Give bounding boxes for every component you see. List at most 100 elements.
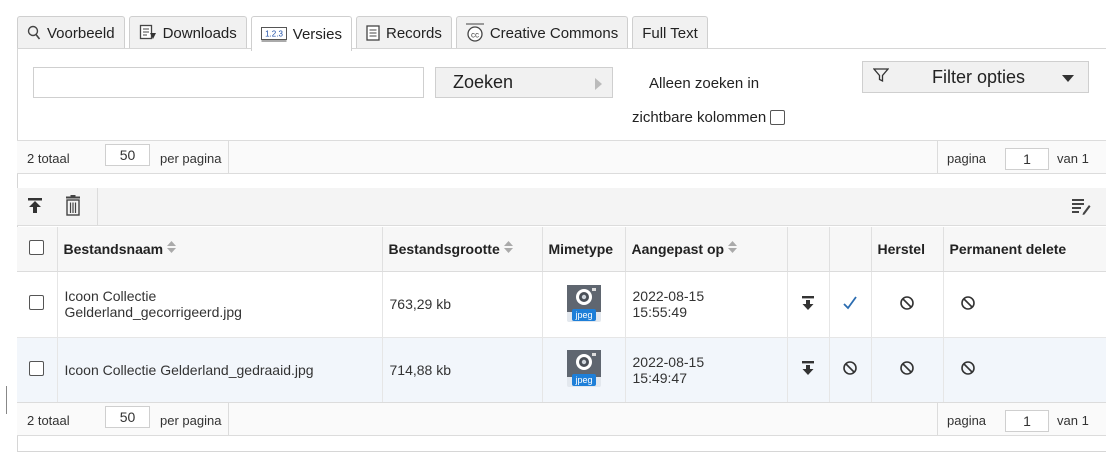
pager-top: 2 totaal 50 per pagina pagina 1 van 1	[17, 140, 1106, 174]
page-count: van 1	[1057, 413, 1089, 428]
upload-icon[interactable]	[27, 197, 43, 218]
version-badge-icon: 1.2.3	[260, 26, 287, 42]
modified-time: 15:49:47	[632, 369, 688, 386]
magnifier-icon	[27, 25, 41, 41]
row-checkbox[interactable]	[29, 295, 45, 310]
column-header-filesize[interactable]: Bestandsgrootte	[382, 227, 543, 272]
version-badge-text: 1.2.3	[265, 30, 283, 39]
column-header-download	[787, 227, 830, 272]
mimetype-cell: jpeg	[542, 271, 626, 338]
select-all-checkbox[interactable]	[29, 239, 45, 255]
page-label: pagina	[947, 151, 987, 166]
only-visible-label-line1: Alleen zoeken in	[649, 75, 760, 92]
per-page-label: per pagina	[160, 413, 222, 428]
jpeg-file-icon: jpeg	[563, 282, 605, 327]
divider	[228, 141, 229, 173]
current-version-cell	[829, 337, 872, 403]
filesize-cell: 714,88 kb	[382, 337, 543, 403]
per-page-input[interactable]: 50	[105, 406, 150, 428]
downloads-icon	[139, 24, 157, 42]
check-icon	[842, 295, 858, 314]
per-page-label: per pagina	[160, 151, 222, 166]
only-visible-label-line2: zichtbare kolommen	[632, 109, 767, 126]
tab-bar: Voorbeeld Downloads 1.2.3 Versies Record…	[17, 16, 708, 51]
prohibited-icon	[960, 295, 976, 314]
sort-icon	[728, 240, 738, 256]
filter-options-label: Filter opties	[932, 66, 1026, 87]
row-select-cell	[17, 271, 58, 338]
tab-downloads[interactable]: Downloads	[128, 16, 247, 49]
mime-label: jpeg	[574, 375, 592, 385]
search-input[interactable]	[33, 67, 424, 98]
column-header-label: Permanent delete	[949, 240, 1067, 257]
column-header-permanent-delete: Permanent delete	[943, 227, 1106, 272]
tab-records-label: Records	[385, 24, 442, 42]
table-row[interactable]: Icoon Collectie Gelderland_gedraaid.jpg …	[17, 337, 1106, 403]
column-header-restore: Herstel	[871, 227, 944, 272]
left-edge-line	[6, 386, 7, 414]
tab-full-text[interactable]: Full Text	[632, 16, 708, 49]
tab-downloads-label: Downloads	[162, 24, 237, 42]
page-input[interactable]: 1	[1005, 410, 1049, 432]
search-button-label: Zoeken	[453, 72, 514, 92]
filename-line: Icoon Collectie Gelderland_gedraaid.jpg	[64, 361, 314, 378]
column-header-modified[interactable]: Aangepast op	[625, 227, 788, 272]
edit-columns-icon[interactable]	[1071, 197, 1091, 218]
tab-creative-commons-label: Creative Commons	[489, 24, 619, 42]
row-checkbox[interactable]	[29, 360, 45, 376]
modified-time: 15:55:49	[632, 304, 688, 320]
column-header-mimetype: Mimetype	[542, 227, 626, 272]
current-version-cell	[829, 271, 872, 338]
filename-line: Gelderland_gecorrigeerd.jpg	[64, 304, 242, 320]
modified-cell: 2022-08-15 15:55:49	[625, 271, 788, 338]
filesize-cell: 763,29 kb	[382, 271, 543, 338]
select-all-cell	[17, 227, 58, 272]
table-toolbar	[17, 188, 1106, 226]
records-icon	[366, 25, 380, 41]
jpeg-file-icon: jpeg	[563, 347, 605, 392]
column-header-label: Herstel	[877, 240, 925, 257]
sort-icon	[167, 240, 177, 256]
download-cell	[787, 271, 830, 338]
tab-creative-commons[interactable]: cc Creative Commons	[455, 16, 629, 49]
tab-voorbeeld[interactable]: Voorbeeld	[17, 16, 125, 49]
modified-date: 2022-08-15	[632, 288, 705, 304]
restore-cell	[871, 271, 944, 338]
only-visible-checkbox[interactable]	[770, 110, 786, 125]
search-button[interactable]: Zoeken	[435, 67, 613, 98]
total-count: 2 totaal	[27, 413, 70, 428]
prohibited-icon	[899, 361, 915, 379]
trash-icon[interactable]	[64, 195, 82, 220]
download-icon[interactable]	[801, 295, 815, 314]
modified-date: 2022-08-15	[632, 353, 705, 370]
column-header-current	[829, 227, 872, 272]
divider	[228, 403, 229, 435]
play-triangle-icon	[595, 78, 602, 90]
tab-versies[interactable]: 1.2.3 Versies	[250, 16, 352, 51]
chevron-down-icon	[1062, 75, 1074, 82]
download-cell	[787, 337, 830, 403]
versions-table: Bestandsnaam Bestandsgrootte Mimetype Aa…	[17, 227, 1106, 403]
divider	[97, 188, 98, 225]
page-label: pagina	[947, 413, 987, 428]
filter-options-button[interactable]: Filter opties	[862, 61, 1089, 93]
filename-cell: Icoon Collectie Gelderland_gedraaid.jpg	[57, 337, 383, 403]
tab-records[interactable]: Records	[355, 16, 452, 49]
prohibited-icon	[899, 295, 915, 314]
mimetype-cell: jpeg	[542, 337, 626, 403]
funnel-icon	[872, 67, 890, 88]
row-select-cell	[17, 337, 58, 403]
pager-bottom: 2 totaal 50 per pagina pagina 1 van 1	[17, 402, 1106, 436]
column-header-label: Bestandsgrootte	[388, 240, 500, 257]
download-icon[interactable]	[801, 361, 815, 379]
prohibited-icon	[842, 361, 858, 379]
per-page-input[interactable]: 50	[105, 144, 150, 166]
table-row[interactable]: Icoon Collectie Gelderland_gecorrigeerd.j…	[17, 271, 1106, 338]
page-input[interactable]: 1	[1005, 148, 1049, 170]
divider	[937, 141, 938, 173]
divider	[937, 403, 938, 435]
svg-text:cc: cc	[471, 31, 479, 40]
tab-versies-label: Versies	[292, 25, 342, 43]
total-count: 2 totaal	[27, 151, 70, 166]
column-header-filename[interactable]: Bestandsnaam	[57, 227, 383, 272]
